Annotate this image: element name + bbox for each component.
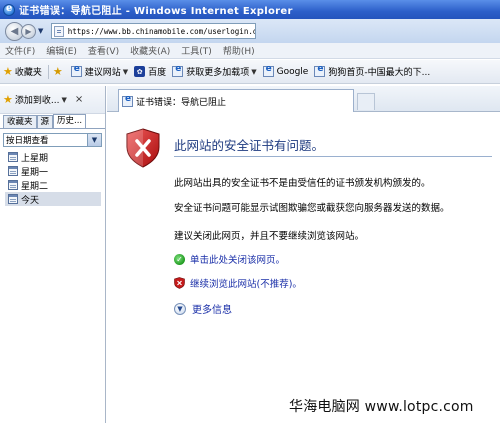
- page-content: 此网站的安全证书有问题。 此网站出具的安全证书不是由受信任的证书颁发机构颁发的。…: [107, 113, 500, 423]
- menu-view[interactable]: 查看(V): [88, 44, 119, 57]
- star-icon: ★: [3, 65, 13, 78]
- tab-certificate-error[interactable]: 证书错误：导航已阻止: [118, 89, 354, 112]
- divider: [174, 156, 492, 157]
- fav-link-baidu[interactable]: ✿ 百度: [134, 65, 166, 78]
- favorites-center-sidebar: ★ 添加到收... ▼ × 收藏夹 源 历史... 按日期查看 ▼ 上星期 星期…: [0, 86, 106, 423]
- calendar-icon: [8, 166, 18, 176]
- fav-link-suggested-sites[interactable]: 建议网站 ▼: [70, 64, 129, 78]
- menu-help[interactable]: 帮助(H): [223, 44, 255, 57]
- address-field[interactable]: https://www.bb.chinamobile.com/userlogin…: [51, 23, 256, 39]
- favorites-button[interactable]: ★ 收藏夹: [3, 65, 42, 78]
- fav-link-gougou[interactable]: 狗狗首页-中国最大的下...: [314, 64, 431, 78]
- tab-feeds[interactable]: 源: [36, 115, 54, 128]
- history-view-value: 按日期查看: [6, 136, 49, 146]
- close-page-label[interactable]: 单击此处关闭该网页。: [190, 252, 285, 266]
- history-view-select[interactable]: 按日期查看 ▼: [3, 133, 102, 147]
- tab-strip: 证书错误：导航已阻止: [107, 86, 500, 112]
- continue-to-site-label[interactable]: 继续浏览此网站(不推荐)。: [190, 276, 302, 290]
- fav-link-label: 建议网站: [84, 68, 121, 78]
- address-url[interactable]: https://www.bb.chinamobile.com/userlogin…: [68, 27, 255, 36]
- chevron-down-icon[interactable]: ▼: [61, 96, 66, 104]
- chevron-down-icon: ▼: [122, 67, 129, 76]
- fav-link-google[interactable]: Google: [262, 64, 309, 77]
- expand-chevron-icon: ▼: [174, 302, 186, 315]
- add-favorite-star-button[interactable]: ★: [53, 66, 65, 77]
- ie-page-icon: [172, 64, 184, 77]
- ie-logo-icon: [3, 3, 15, 16]
- favorites-bar: ★ 收藏夹 ★ 建议网站 ▼ ✿ 百度 获取更多加载项 ▼ Google 狗狗首…: [0, 60, 500, 84]
- calendar-icon: [8, 152, 18, 162]
- window-title: 证书错误：导航已阻止 - Windows Internet Explorer: [19, 6, 293, 17]
- fav-link-get-addons[interactable]: 获取更多加载项 ▼: [172, 64, 257, 78]
- tab-label: 证书错误：导航已阻止: [136, 97, 227, 108]
- tab-favorites[interactable]: 收藏夹: [3, 115, 37, 128]
- history-list: 上星期 星期一 星期二 今天: [5, 150, 105, 206]
- red-shield-icon: [174, 277, 185, 289]
- watermark: 华海电脑网 www.lotpc.com: [289, 393, 496, 419]
- sidebar-tabs: 收藏夹 源 历史...: [0, 114, 105, 129]
- history-item-today[interactable]: 今天: [5, 192, 101, 206]
- calendar-icon: [8, 180, 18, 190]
- chevron-down-icon[interactable]: ▼: [87, 134, 101, 146]
- error-headline: 此网站的安全证书有问题。: [174, 138, 325, 153]
- forward-button[interactable]: ▶: [21, 23, 36, 39]
- new-tab-button[interactable]: [357, 93, 375, 110]
- history-item-tuesday[interactable]: 星期二: [5, 178, 101, 192]
- sidebar-header: ★ 添加到收... ▼ ×: [0, 86, 105, 114]
- menu-bar: 文件(F) 编辑(E) 查看(V) 收藏夹(A) 工具(T) 帮助(H): [0, 43, 500, 59]
- history-item-monday[interactable]: 星期一: [5, 164, 101, 178]
- ie-page-icon: [262, 64, 274, 77]
- forward-arrow-icon: ▶: [25, 26, 32, 36]
- address-row: ◀ ▶ ▼ https://www.bb.chinamobile.com/use…: [0, 19, 500, 43]
- fav-link-label: 狗狗首页-中国最大的下...: [328, 68, 431, 78]
- fav-link-label: 百度: [148, 68, 167, 78]
- more-information-toggle[interactable]: ▼ 更多信息: [174, 301, 232, 316]
- ie-page-icon: [314, 64, 326, 77]
- history-item-label: 星期一: [21, 167, 49, 178]
- history-item-label: 星期二: [21, 181, 49, 192]
- green-check-shield-icon: ✓: [174, 253, 185, 265]
- more-information-label: 更多信息: [192, 305, 232, 316]
- history-item-last-week[interactable]: 上星期: [5, 150, 101, 164]
- close-page-link[interactable]: ✓ 单击此处关闭该网页。: [174, 252, 285, 266]
- error-explanation: 此网站出具的安全证书不是由受信任的证书颁发机构颁发的。: [174, 178, 431, 189]
- fav-link-label: Google: [276, 66, 309, 77]
- favorites-label: 收藏夹: [14, 68, 42, 78]
- security-shield-error-icon: [126, 128, 160, 168]
- ie-page-icon: [122, 94, 133, 107]
- menu-tools[interactable]: 工具(T): [181, 44, 212, 57]
- fav-link-label: 获取更多加载项: [186, 68, 250, 78]
- error-warning: 安全证书问题可能显示试图欺骗您或截获您向服务器发送的数据。: [174, 203, 450, 214]
- history-item-label: 上星期: [21, 153, 49, 164]
- calendar-icon: [8, 194, 18, 204]
- tab-history[interactable]: 历史...: [53, 114, 87, 128]
- error-recommendation: 建议关闭此网页，并且不要继续浏览该网站。: [174, 231, 365, 242]
- watermark-text: 华海电脑网 www.lotpc.com: [289, 399, 474, 415]
- menu-file[interactable]: 文件(F): [5, 44, 35, 57]
- add-favorite-star-icon: ★: [3, 93, 13, 106]
- close-icon[interactable]: ×: [75, 94, 83, 105]
- separator: [47, 64, 49, 79]
- ie-page-icon: [70, 64, 82, 77]
- window-titlebar: 证书错误：导航已阻止 - Windows Internet Explorer: [0, 0, 500, 19]
- add-to-favorites-button[interactable]: 添加到收...: [15, 93, 60, 106]
- menu-edit[interactable]: 编辑(E): [46, 44, 77, 57]
- recent-pages-dropdown[interactable]: ▼: [38, 27, 46, 35]
- continue-to-site-link[interactable]: 继续浏览此网站(不推荐)。: [174, 276, 302, 290]
- back-arrow-icon: ◀: [10, 25, 19, 37]
- baidu-paw-icon: ✿: [134, 66, 146, 77]
- page-icon: [54, 25, 64, 37]
- chevron-down-icon: ▼: [251, 67, 257, 76]
- history-item-label: 今天: [21, 195, 40, 206]
- menu-favorites[interactable]: 收藏夹(A): [130, 44, 170, 57]
- add-favorite-star-icon: ★: [52, 65, 63, 78]
